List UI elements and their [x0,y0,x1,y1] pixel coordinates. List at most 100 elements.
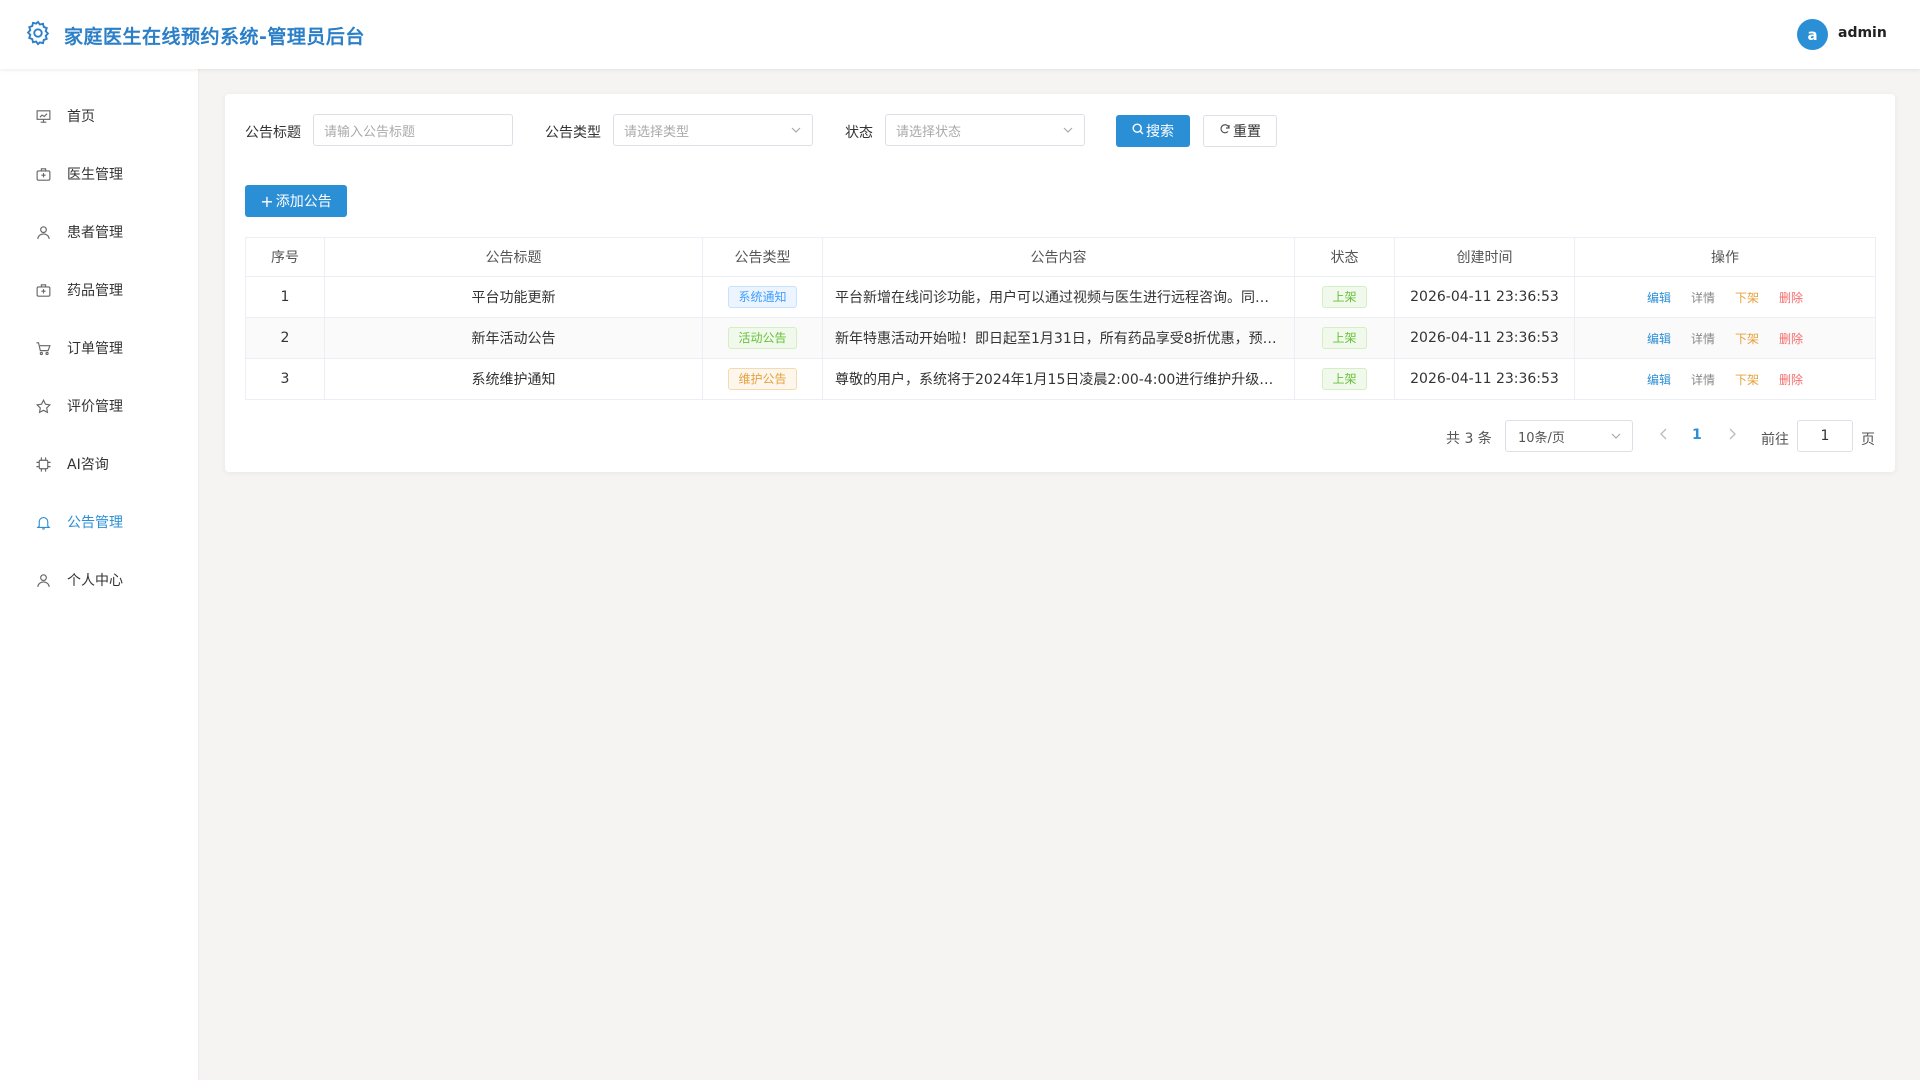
cell-actions: 编辑 详情 下架 删除 [1574,358,1876,400]
chevron-down-icon [790,124,802,136]
cell-status: 上架 [1294,317,1395,359]
sidebar-item-label: 药品管理 [67,283,123,299]
status-badge: 上架 [1322,327,1367,349]
type-filter-label: 公告类型 [545,125,601,141]
sidebar-item-orders[interactable]: 订单管理 [0,328,199,368]
detail-link[interactable]: 详情 [1691,332,1715,346]
reset-button-label: 重置 [1233,124,1261,140]
col-header-status: 状态 [1294,237,1395,277]
sidebar-item-ai-consult[interactable]: AI咨询 [0,444,199,484]
cell-created: 2026-04-11 23:36:53 [1394,358,1575,400]
sidebar-item-label: 订单管理 [67,341,123,357]
edit-link[interactable]: 编辑 [1647,332,1671,346]
add-button-label: 添加公告 [275,194,332,210]
title-search-input[interactable]: 请输入公告标题 [313,114,513,146]
take-down-link[interactable]: 下架 [1735,332,1759,346]
sidebar-item-label: AI咨询 [67,457,109,473]
pagination-total: 共 3 条 [1446,431,1492,447]
take-down-link[interactable]: 下架 [1735,291,1759,305]
col-header-title: 公告标题 [324,237,703,277]
avatar[interactable]: a [1797,19,1828,50]
page-size-select[interactable]: 10条/页 [1505,420,1633,452]
type-select[interactable]: 请选择类型 [613,114,813,146]
sidebar-item-label: 医生管理 [67,167,123,183]
edit-link[interactable]: 编辑 [1647,291,1671,305]
sidebar-item-doctors[interactable]: 医生管理 [0,154,199,194]
chart-board-icon [34,107,52,125]
sidebar-item-label: 患者管理 [67,225,123,241]
sidebar-item-home[interactable]: 首页 [0,96,199,136]
cell-created: 2026-04-11 23:36:53 [1394,276,1575,318]
cell-type: 系统通知 [702,276,823,318]
type-tag: 活动公告 [728,327,797,349]
take-down-link[interactable]: 下架 [1735,373,1759,387]
search-button-label: 搜索 [1146,124,1174,140]
chevron-down-icon [1610,430,1622,442]
delete-link[interactable]: 删除 [1779,291,1803,305]
col-header-created: 创建时间 [1394,237,1575,277]
cell-actions: 编辑 详情 下架 删除 [1574,317,1876,359]
medicine-box-icon [34,281,52,299]
type-tag: 系统通知 [728,286,797,308]
cell-title: 系统维护通知 [324,358,703,400]
cart-icon [34,339,52,357]
page-number-current[interactable]: 1 [1692,427,1702,443]
sidebar-item-label: 公告管理 [67,515,123,531]
app-title: 家庭医生在线预约系统-管理员后台 [64,26,365,48]
table-row: 2 新年活动公告 活动公告 新年特惠活动开始啦！即日起至1月31日，所有药品享受… [245,317,1876,359]
sidebar-item-announcements[interactable]: 公告管理 [0,502,199,542]
announcement-table: 序号 公告标题 公告类型 公告内容 状态 创建时间 操作 1 平台功能更新 系统… [245,237,1876,400]
goto-label: 前往 [1761,432,1789,448]
col-header-content: 公告内容 [822,237,1295,277]
edit-link[interactable]: 编辑 [1647,373,1671,387]
col-header-actions: 操作 [1574,237,1876,277]
col-header-index: 序号 [245,237,325,277]
prev-page-icon[interactable] [1657,426,1671,442]
cell-type: 活动公告 [702,317,823,359]
username[interactable]: admin [1838,25,1887,41]
cell-status: 上架 [1294,358,1395,400]
sidebar-item-label: 个人中心 [67,573,123,589]
status-select[interactable]: 请选择状态 [885,114,1085,146]
status-select-placeholder: 请选择状态 [896,124,962,140]
reset-button[interactable]: 重置 [1203,115,1277,147]
bell-icon [34,513,52,531]
user-icon [34,223,52,241]
page-size-value: 10条/页 [1518,430,1565,446]
delete-link[interactable]: 删除 [1779,373,1803,387]
cell-index: 3 [245,358,325,400]
cell-content: 平台新增在线问诊功能，用户可以通过视频与医生进行远程咨询。同时优化了预约流程 [822,276,1295,318]
cell-created: 2026-04-11 23:36:53 [1394,317,1575,359]
sidebar-item-medicines[interactable]: 药品管理 [0,270,199,310]
table-row: 3 系统维护通知 维护公告 尊敬的用户，系统将于2024年1月15日凌晨2:00… [245,358,1876,400]
type-select-placeholder: 请选择类型 [624,124,690,140]
table-row: 1 平台功能更新 系统通知 平台新增在线问诊功能，用户可以通过视频与医生进行远程… [245,276,1876,318]
search-button[interactable]: 搜索 [1116,115,1190,147]
sidebar-item-profile[interactable]: 个人中心 [0,560,199,600]
sidebar-item-label: 评价管理 [67,399,123,415]
title-filter-label: 公告标题 [245,125,301,141]
cell-content: 尊敬的用户，系统将于2024年1月15日凌晨2:00-4:00进行维护升级，届时… [822,358,1295,400]
cell-index: 2 [245,317,325,359]
next-page-icon[interactable] [1725,426,1739,442]
detail-link[interactable]: 详情 [1691,291,1715,305]
delete-link[interactable]: 删除 [1779,332,1803,346]
top-header: 家庭医生在线预约系统-管理员后台 a admin [0,0,1920,69]
sidebar-item-patients[interactable]: 患者管理 [0,212,199,252]
plus-icon: + [260,191,274,211]
chip-icon [34,455,52,473]
add-announcement-button[interactable]: + 添加公告 [245,185,347,217]
cell-title: 平台功能更新 [324,276,703,318]
goto-page-input[interactable]: 1 [1797,420,1853,452]
sidebar-item-reviews[interactable]: 评价管理 [0,386,199,426]
content-card: 公告标题 请输入公告标题 公告类型 请选择类型 状态 请选择状态 搜索 重置 +… [225,94,1895,472]
refresh-icon [1219,123,1231,139]
chevron-down-icon [1062,124,1074,136]
detail-link[interactable]: 详情 [1691,373,1715,387]
cell-content: 新年特惠活动开始啦！即日起至1月31日，所有药品享受8折优惠，预约问诊更有好礼相… [822,317,1295,359]
cell-actions: 编辑 详情 下架 删除 [1574,276,1876,318]
col-header-type: 公告类型 [702,237,823,277]
sidebar-item-label: 首页 [67,109,95,125]
status-badge: 上架 [1322,368,1367,390]
cell-status: 上架 [1294,276,1395,318]
